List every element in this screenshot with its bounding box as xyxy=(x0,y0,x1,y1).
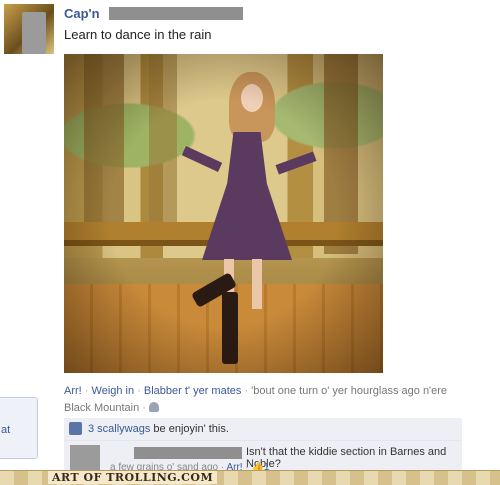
likes-suffix: be enjoyin' this. xyxy=(150,423,229,435)
thumbs-up-icon xyxy=(69,422,82,435)
likes-summary: 3 scallywags be enjoyin' this. xyxy=(88,423,229,435)
watermark: ART OF TROLLING.COM xyxy=(48,471,218,484)
author-name-redaction xyxy=(108,7,243,20)
status-text: Learn to dance in the rain xyxy=(64,27,212,42)
author-name[interactable]: Cap'n xyxy=(64,6,100,21)
comment-link[interactable]: Weigh in xyxy=(92,385,135,397)
share-link[interactable]: Blabber t' yer mates xyxy=(144,385,241,397)
separator: · xyxy=(241,385,252,397)
likes-count-link[interactable]: 3 scallywags xyxy=(88,423,150,435)
post-header: Cap'n xyxy=(64,6,243,21)
likes-bar: 3 scallywags be enjoyin' this. xyxy=(64,418,462,441)
friends-icon[interactable] xyxy=(149,402,159,412)
post-photo[interactable] xyxy=(64,54,383,373)
side-panel-box[interactable]: at xyxy=(0,397,38,459)
commenter-name-redaction xyxy=(134,447,242,459)
profile-avatar[interactable] xyxy=(4,4,54,54)
side-panel-text: at xyxy=(1,424,11,436)
timestamp-link[interactable]: 'bout one turn o' yer hourglass ago xyxy=(251,385,420,397)
like-link[interactable]: Arr! xyxy=(64,385,82,397)
photo-vignette xyxy=(64,54,383,373)
avatar-redaction xyxy=(22,12,46,54)
separator: · xyxy=(139,402,149,414)
comment-text: Isn't that the kiddie section in Barnes … xyxy=(246,446,447,470)
post-actions: Arr! · Weigh in · Blabber t' yer mates ·… xyxy=(64,383,464,417)
separator: · xyxy=(81,385,92,397)
separator: · xyxy=(134,385,144,397)
